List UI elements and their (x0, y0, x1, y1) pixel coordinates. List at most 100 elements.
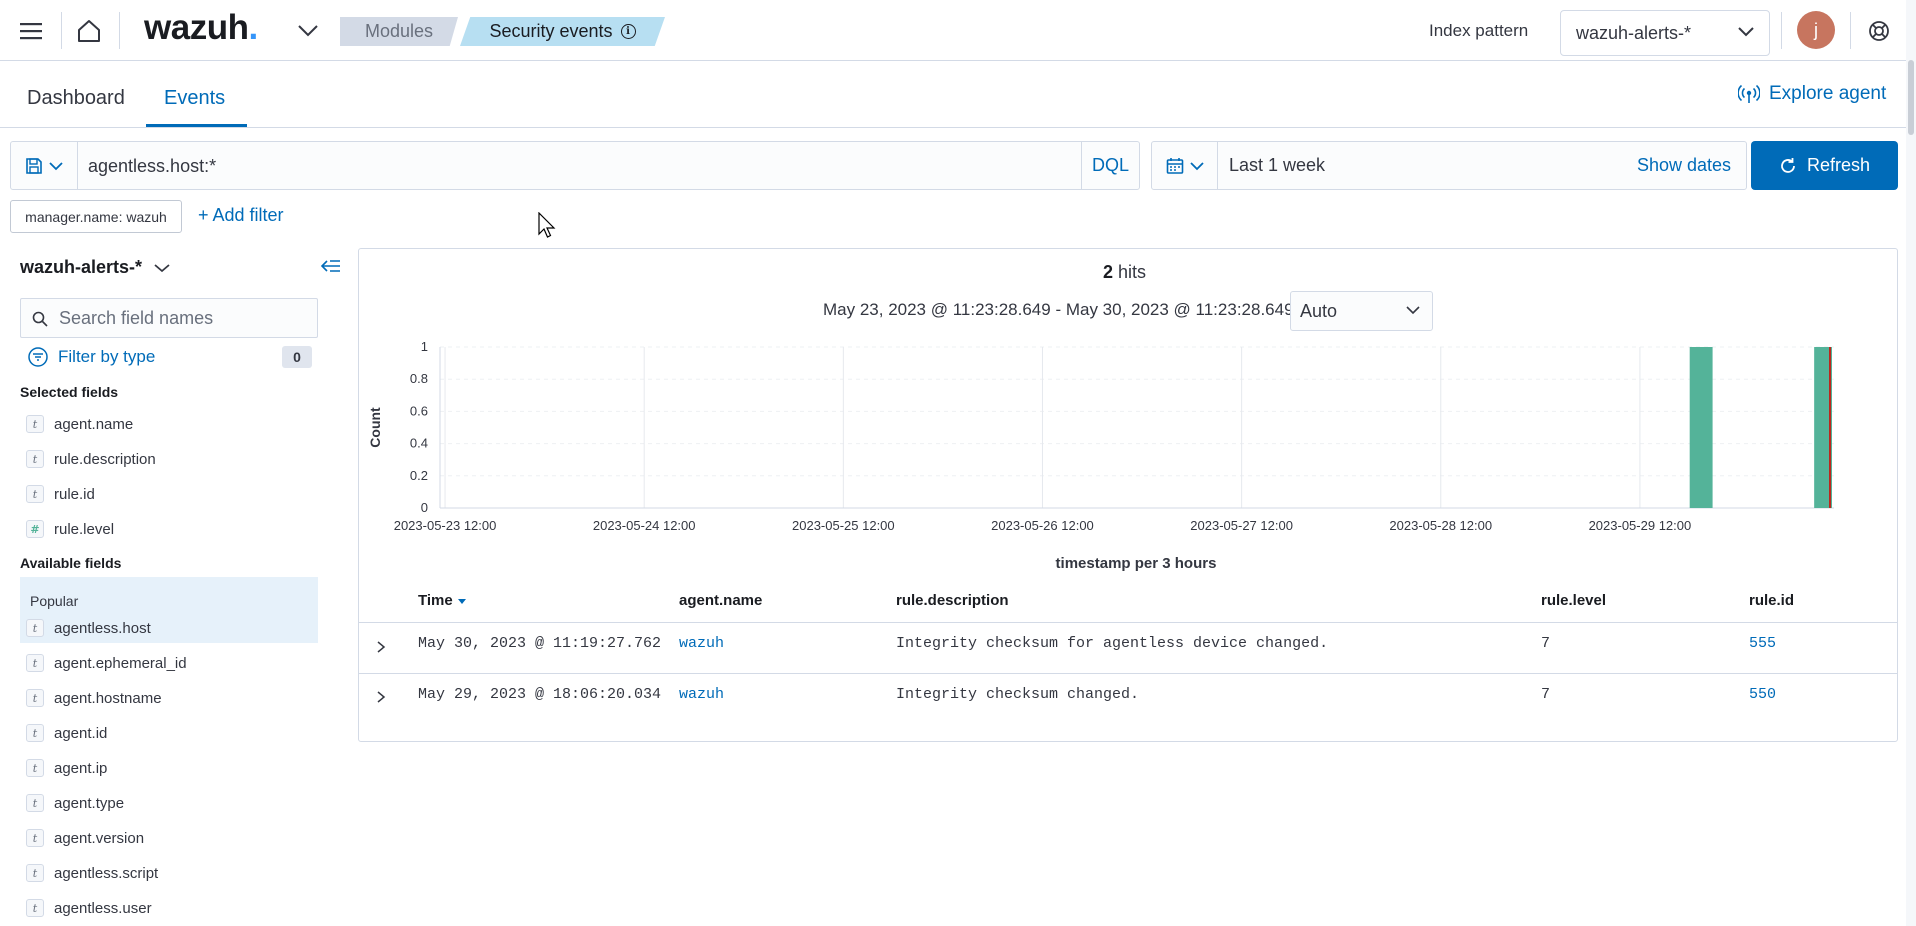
index-pattern-select[interactable]: wazuh-alerts-* (1560, 10, 1770, 56)
y-axis-title: Count (367, 407, 383, 448)
sort-desc-icon[interactable] (457, 598, 466, 604)
column-header-time[interactable]: Time (418, 592, 466, 609)
field-name: agent.type (54, 794, 125, 812)
number-type-icon: # (26, 520, 44, 538)
home-button[interactable] (68, 0, 110, 61)
divider (359, 673, 1897, 674)
divider (119, 12, 120, 49)
x-tick-label: 2023-05-26 12:00 (991, 518, 1094, 533)
popular-label: Popular (30, 593, 79, 609)
field-item[interactable]: t agent.name (20, 408, 318, 440)
column-header-rule-level[interactable]: rule.level (1541, 592, 1606, 609)
interval-select[interactable]: Auto (1290, 291, 1433, 331)
query-language-button[interactable]: DQL (1081, 142, 1139, 189)
field-item[interactable]: t agent.id (20, 717, 318, 749)
date-range-text[interactable]: Last 1 week (1229, 155, 1325, 176)
interval-value: Auto (1300, 300, 1338, 321)
y-tick-label: 0.4 (410, 436, 428, 451)
table-cell-rule-id-link[interactable]: 555 (1749, 635, 1776, 652)
field-item[interactable]: t agentless.script (20, 857, 318, 889)
table-cell-description: Integrity checksum changed. (896, 686, 1140, 703)
field-item[interactable]: t rule.id (20, 478, 318, 510)
filter-count-badge: 0 (282, 346, 312, 368)
column-header-rule-id[interactable]: rule.id (1749, 592, 1794, 609)
y-tick-label: 1 (421, 339, 428, 354)
string-type-icon: t (26, 654, 44, 672)
help-button[interactable] (1858, 0, 1900, 61)
calendar-icon (1166, 157, 1183, 174)
histogram-chart: 0 0.2 0.4 0.6 0.8 1 2023-05-23 12:00 2023-05-24… (367, 339, 1834, 572)
breadcrumb-modules[interactable]: Modules (340, 17, 458, 46)
explore-agent-button[interactable]: Explore agent (1738, 83, 1886, 105)
filter-pill-manager-name[interactable]: manager.name: wazuh (10, 200, 182, 233)
tab-dashboard[interactable]: Dashboard (27, 87, 125, 110)
refresh-label: Refresh (1806, 155, 1871, 175)
info-icon[interactable]: i (620, 24, 636, 39)
field-name: agent.version (54, 829, 145, 847)
string-type-icon: t (26, 899, 44, 917)
chevron-down-icon (49, 161, 63, 170)
field-item[interactable]: t agentless.user (20, 892, 318, 924)
expand-row-icon[interactable] (376, 640, 386, 654)
x-tick-label: 2023-05-23 12:00 (394, 518, 497, 533)
tab-events[interactable]: Events (164, 87, 225, 110)
divider (359, 622, 1897, 623)
field-item[interactable]: # rule.level (20, 513, 318, 545)
column-header-rule-description[interactable]: rule.description (896, 592, 1009, 609)
available-fields-heading: Available fields (20, 555, 122, 571)
add-filter-button[interactable]: + Add filter (198, 205, 284, 226)
refresh-icon (1781, 157, 1795, 173)
index-pattern-switcher[interactable]: wazuh-alerts-* (20, 257, 170, 278)
divider (1781, 12, 1782, 49)
string-type-icon: t (26, 724, 44, 742)
expand-row-icon[interactable] (376, 690, 386, 704)
field-item[interactable]: t agent.type (20, 787, 318, 819)
search-icon (32, 311, 48, 327)
table-cell-level: 7 (1541, 635, 1551, 652)
divider (61, 12, 62, 49)
string-type-icon: t (26, 619, 44, 637)
module-tabs: Dashboard Events Explore agent (0, 61, 1916, 128)
wazuh-logo[interactable]: wazuh. (144, 8, 258, 48)
column-header-agent-name[interactable]: agent.name (679, 592, 762, 609)
y-tick-label: 0.2 (410, 468, 428, 483)
save-icon (26, 157, 42, 174)
refresh-button[interactable]: Refresh (1751, 141, 1898, 190)
page-scrollbar[interactable] (1906, 0, 1916, 926)
field-item[interactable]: t agent.ephemeral_id (20, 647, 318, 679)
broadcast-icon (1738, 84, 1760, 103)
show-dates-button[interactable]: Show dates (1637, 155, 1731, 176)
search-field-names-input[interactable] (59, 299, 309, 337)
hits-count: 2 hits (1103, 262, 1147, 282)
table-cell-agent-link[interactable]: wazuh (679, 635, 724, 652)
filter-by-type-button[interactable]: Filter by type (28, 347, 155, 367)
index-pattern-value: wazuh-alerts-* (1576, 22, 1692, 43)
chevron-down-icon (1189, 161, 1204, 170)
filter-by-type-label: Filter by type (58, 347, 156, 366)
field-item[interactable]: t agent.hostname (20, 682, 318, 714)
field-item[interactable]: t rule.description (20, 443, 318, 475)
user-avatar[interactable]: j (1797, 11, 1835, 49)
active-tab-indicator (146, 124, 247, 127)
field-name: rule.level (54, 520, 115, 538)
table-cell-rule-id-link[interactable]: 550 (1749, 686, 1776, 703)
menu-button[interactable] (10, 0, 52, 61)
search-field-names[interactable] (20, 298, 318, 338)
table-cell-time: May 29, 2023 @ 18:06:20.034 (418, 686, 662, 703)
query-input[interactable]: agentless.host:* (88, 156, 216, 177)
app-switcher-button[interactable] (290, 0, 326, 61)
field-item[interactable]: t agent.version (20, 822, 318, 854)
field-item[interactable]: t agentless.host (20, 612, 318, 644)
scrollbar-thumb[interactable] (1908, 60, 1914, 135)
collapse-sidebar-icon[interactable] (320, 257, 342, 275)
table-cell-description: Integrity checksum for agentless device … (896, 635, 1329, 652)
histogram-bar (1689, 347, 1713, 508)
x-tick-label: 2023-05-25 12:00 (792, 518, 895, 533)
sidebar-index-pattern: wazuh-alerts-* (20, 257, 143, 277)
quick-date-menu-button[interactable] (1152, 142, 1218, 189)
field-name: agentless.host (54, 619, 151, 637)
table-cell-agent-link[interactable]: wazuh (679, 686, 724, 703)
saved-query-button[interactable] (11, 142, 78, 189)
field-item[interactable]: t agent.ip (20, 752, 318, 784)
field-name: agent.name (54, 415, 134, 433)
